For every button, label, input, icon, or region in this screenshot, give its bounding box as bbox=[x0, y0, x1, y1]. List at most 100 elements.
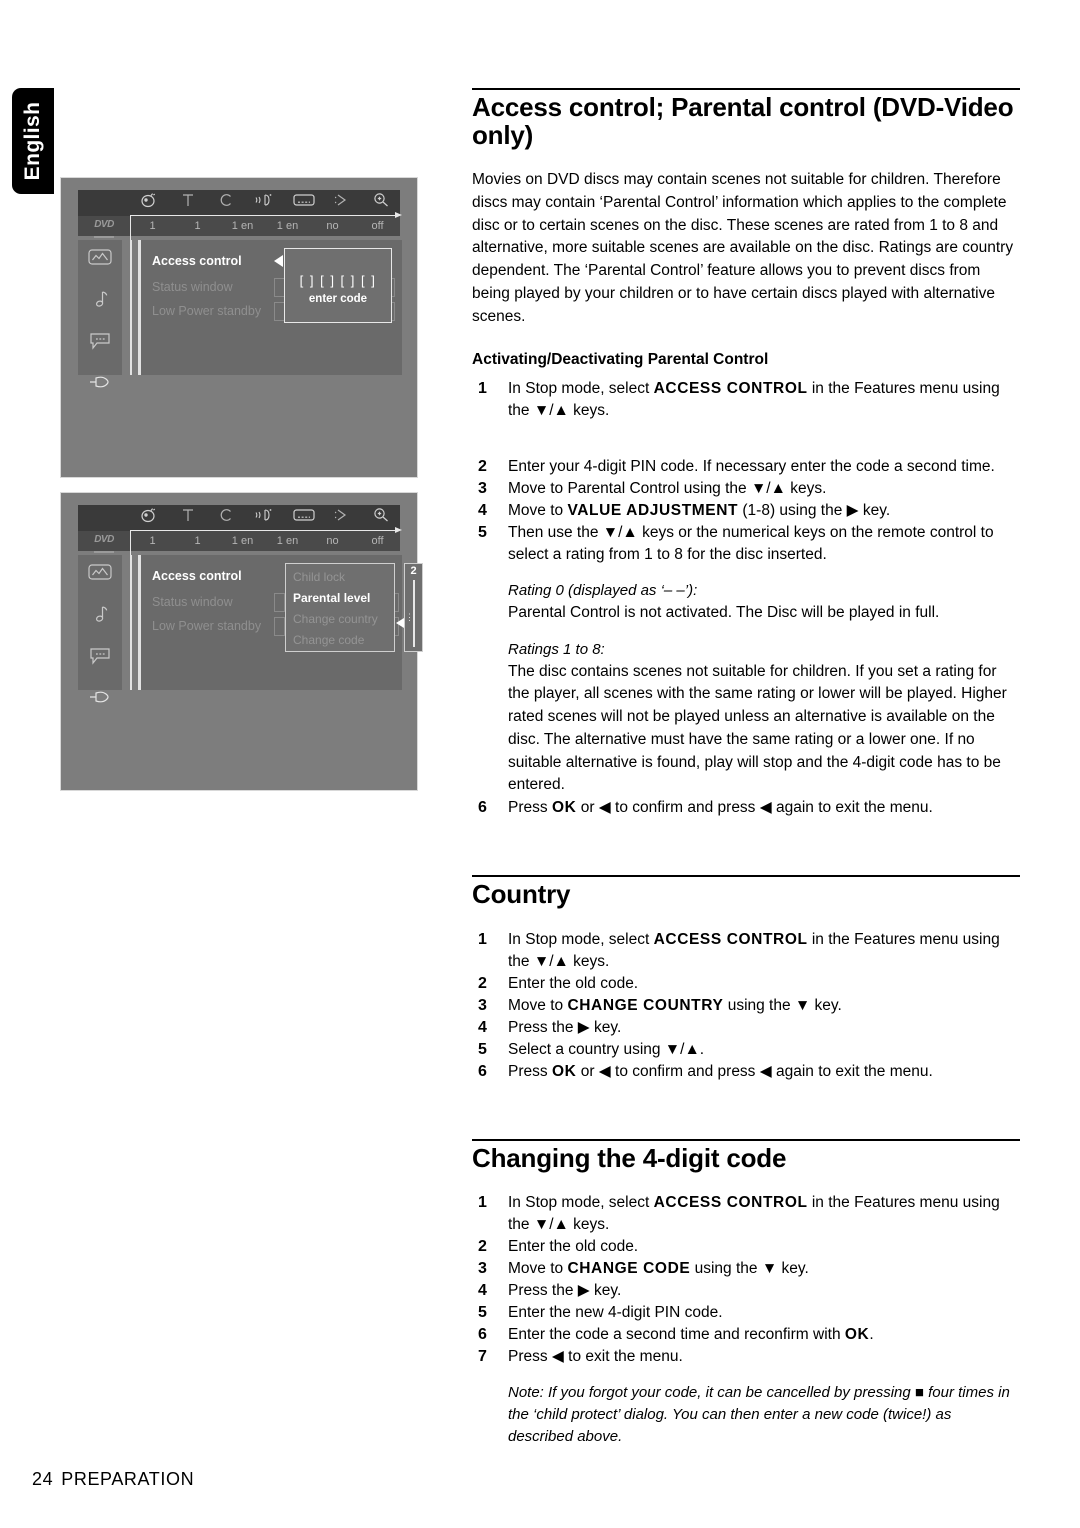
section-rule-1 bbox=[472, 88, 1020, 90]
step-number: 1 bbox=[478, 1194, 487, 1212]
step-text-after: (1-8) using the ▶ key. bbox=[738, 502, 891, 520]
step-text-bold: ACCESS CONTROL bbox=[653, 1194, 808, 1212]
step-text-before: Move to bbox=[508, 996, 568, 1014]
step-text-before: Then use the ▼/▲ keys or the numerical k… bbox=[508, 524, 994, 564]
step-text-before: Press the ▶ key. bbox=[508, 1018, 622, 1036]
audio-icon bbox=[246, 190, 285, 217]
osd-menu-item-status-window[interactable]: Status window bbox=[152, 280, 233, 294]
parental-level-slider[interactable]: 2 bbox=[404, 563, 423, 652]
step-number: 6 bbox=[478, 1326, 487, 1344]
osd-menu-item-access-control[interactable]: Access control bbox=[152, 569, 242, 583]
list-item: 1 In Stop mode, select ACCESS CONTROL in … bbox=[472, 378, 1020, 422]
osd-panel: Access control Status window Low Power s… bbox=[138, 240, 402, 375]
code-boxes[interactable]: [ ] [ ] [ ] [ ] bbox=[285, 273, 391, 288]
osd-menu-item-low-power-standby[interactable]: Low Power standby bbox=[152, 619, 261, 633]
list-item: 2 Enter the old code. bbox=[472, 973, 1020, 995]
list-item: 5 Select a country using ▼/▲. bbox=[472, 1039, 1020, 1061]
ratings-1-8-heading: Ratings 1 to 8: bbox=[508, 640, 605, 658]
submenu-item-change-country[interactable]: Change country bbox=[293, 612, 378, 626]
step-text-after: using the ▼ key. bbox=[723, 996, 842, 1014]
submenu-item-change-code[interactable]: Change code bbox=[293, 633, 364, 647]
step-number: 4 bbox=[478, 1282, 487, 1300]
step-text-before: Enter the old code. bbox=[508, 1238, 639, 1256]
step-text-before: Move to bbox=[508, 1260, 568, 1278]
step-text-after: or ◀ to confirm and press ◀ again to exi… bbox=[576, 1062, 933, 1080]
osd-ghost-field-1 bbox=[274, 593, 285, 612]
page-number: 24 bbox=[32, 1469, 54, 1489]
scan-icon bbox=[323, 190, 362, 217]
osd-value-row-2: DVD 1 1 1 en 1 en no off bbox=[78, 531, 400, 553]
list-item: 1 In Stop mode, select ACCESS CONTROL in … bbox=[472, 929, 1020, 973]
chapter-icon bbox=[207, 505, 246, 532]
list-item: 6 Press OK or ◀ to confirm and press ◀ ag… bbox=[472, 797, 1020, 819]
ratings-1-8-block: Ratings 1 to 8: The disc contains scenes… bbox=[472, 639, 1020, 797]
list-item: 6 Enter the code a second time and reconf… bbox=[472, 1324, 1020, 1346]
step-number: 6 bbox=[478, 1062, 487, 1080]
step-text-bold: VALUE ADJUSTMENT bbox=[567, 502, 739, 520]
osd-sidebar-divider-2 bbox=[130, 555, 132, 690]
picture-icon bbox=[78, 248, 122, 270]
osd-panel-bar-2 bbox=[138, 555, 141, 690]
osd-value-title: 1 bbox=[194, 220, 201, 232]
step-text-before: Press bbox=[508, 799, 552, 817]
step-number: 3 bbox=[478, 1260, 487, 1278]
step-text-before: Press the ▶ key. bbox=[508, 1282, 622, 1300]
step-text-bold: OK bbox=[551, 1062, 577, 1080]
osd-value-angle: 1 bbox=[149, 220, 156, 232]
osd-ghost-field-2 bbox=[274, 617, 285, 636]
section-rule-2 bbox=[472, 875, 1020, 878]
osd-value-subtitle: no bbox=[326, 220, 339, 232]
list-item: 4 Press the ▶ key. bbox=[472, 1017, 1020, 1039]
step-text-before: Press ◀ to exit the menu. bbox=[508, 1348, 683, 1366]
changecode-title: Changing the 4-digit code bbox=[472, 1142, 787, 1173]
osd-value-zoom: off bbox=[371, 220, 384, 232]
page-footer: 24 PREPARATION bbox=[32, 1469, 194, 1490]
submenu-item-child-lock[interactable]: Child lock bbox=[293, 570, 345, 584]
footer-section-label: PREPARATION bbox=[61, 1469, 195, 1489]
features-hand-icon bbox=[78, 689, 122, 709]
subtitle-icon bbox=[284, 505, 323, 532]
osd-underline-arrow bbox=[130, 212, 402, 218]
audio-note-icon bbox=[78, 290, 122, 314]
scan-icon bbox=[323, 505, 362, 532]
step-text-bold: ACCESS CONTROL bbox=[653, 930, 808, 948]
step-number: 3 bbox=[478, 480, 487, 498]
osd-value-subtitle-2: no bbox=[326, 535, 339, 547]
rating-0-heading: Rating 0 (displayed as ‘– –’): bbox=[508, 582, 698, 600]
audio-icon bbox=[246, 505, 285, 532]
step-number: 2 bbox=[478, 974, 487, 992]
osd-icon-row bbox=[78, 190, 400, 217]
osd-panel-bar bbox=[138, 240, 141, 375]
parental-level-value: 2 bbox=[410, 565, 417, 577]
angle-icon bbox=[130, 190, 169, 217]
list-item: 3 Move to CHANGE COUNTRY using the ▼ key. bbox=[472, 995, 1020, 1017]
osd-value-angle-2: 1 bbox=[149, 535, 156, 547]
step-text-before: Move to Parental Control using the ▼/▲ k… bbox=[508, 480, 827, 498]
step-number: 5 bbox=[478, 1040, 487, 1058]
step-number: 1 bbox=[478, 380, 487, 398]
language-tab-label: English bbox=[21, 101, 44, 181]
step-text-before: In Stop mode, select bbox=[508, 380, 654, 398]
osd-value-audio: 1 en bbox=[276, 220, 299, 232]
title-icon bbox=[169, 505, 208, 532]
list-item: 3 Move to CHANGE CODE using the ▼ key. bbox=[472, 1258, 1020, 1280]
osd-icon-row-2 bbox=[78, 505, 400, 532]
list-item: 7 Press ◀ to exit the menu. bbox=[472, 1346, 1020, 1368]
list-item: 4 Move to VALUE ADJUSTMENT (1-8) using th… bbox=[472, 500, 1020, 522]
chapter-icon bbox=[207, 190, 246, 217]
subtitle-icon bbox=[284, 190, 323, 217]
step-number: 1 bbox=[478, 930, 487, 948]
osd-underline-arrow-2 bbox=[130, 527, 402, 533]
step-number: 6 bbox=[478, 799, 487, 817]
activating-steps-list: 1 In Stop mode, select ACCESS CONTROL in … bbox=[472, 378, 1020, 566]
ratings-1-8-text: The disc contains scenes not suitable fo… bbox=[508, 662, 1007, 794]
step-text-bold: CHANGE CODE bbox=[567, 1260, 691, 1278]
osd-menu-item-low-power-standby[interactable]: Low Power standby bbox=[152, 304, 261, 318]
section-rule-3 bbox=[472, 1138, 1020, 1141]
step-text-before: Press bbox=[508, 1062, 552, 1080]
osd-body-2: Access control Status window Low Power s… bbox=[78, 555, 423, 703]
submenu-item-parental-level[interactable]: Parental level bbox=[293, 591, 370, 605]
osd-menu-item-status-window[interactable]: Status window bbox=[152, 595, 233, 609]
intro-paragraph: Movies on DVD discs may contain scenes n… bbox=[472, 171, 1014, 325]
osd-menu-item-access-control[interactable]: Access control bbox=[152, 254, 242, 268]
